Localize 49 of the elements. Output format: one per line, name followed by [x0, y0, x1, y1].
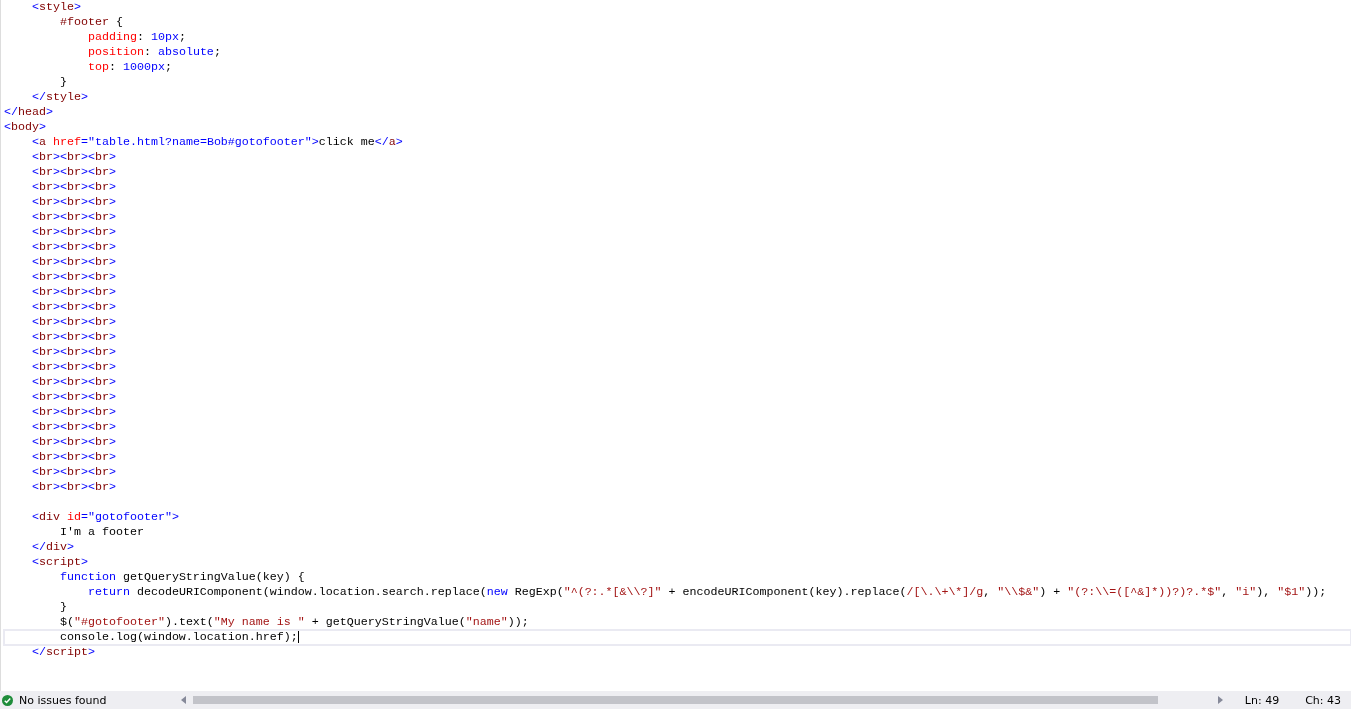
code-line: <a href="table.html?name=Bob#gotofooter">click me</a>: [30, 135, 404, 150]
code-line: position: absolute;: [86, 45, 222, 60]
code-line: return decodeURIComponent(window.location.search.replace(new RegExp("^(?:.*[&\\?]" + encodeURIComponent(key).replace(/[\.\+\*]/g, "\\$&") + "(?:\\=([^&]*))?)?.*$", "i"), "$1"));: [86, 585, 1328, 600]
code-line: <br><br><br>: [30, 240, 117, 255]
code-line: I'm a footer: [58, 525, 145, 540]
code-line: <br><br><br>: [30, 450, 117, 465]
scroll-right-icon[interactable]: [1216, 696, 1223, 704]
code-line: <br><br><br>: [30, 480, 117, 495]
code-line: <br><br><br>: [30, 300, 117, 315]
code-line: function getQueryStringValue(key) {: [58, 570, 306, 585]
code-line: <br><br><br>: [30, 255, 117, 270]
code-line: <style>: [30, 0, 82, 15]
line-number-status: Ln: 49: [1244, 693, 1280, 707]
code-line: <br><br><br>: [30, 345, 117, 360]
code-line: </head>: [4, 105, 54, 120]
code-line: console.log(window.location.href);: [4, 630, 1351, 645]
code-line: $("#gotofooter").text("My name is " + getQueryStringValue("name"));: [58, 615, 530, 630]
code-line: <br><br><br>: [30, 360, 117, 375]
code-line: <br><br><br>: [30, 150, 117, 165]
code-line: <div id="gotofooter">: [30, 510, 180, 525]
code-line: <br><br><br>: [30, 165, 117, 180]
code-line: <br><br><br>: [30, 210, 117, 225]
code-line: }: [58, 600, 68, 615]
code-line: <br><br><br>: [30, 435, 117, 450]
code-line: <script>: [30, 555, 89, 570]
code-line: <br><br><br>: [30, 420, 117, 435]
code-line: padding: 10px;: [86, 30, 187, 45]
check-icon: [2, 694, 13, 706]
code-line: <br><br><br>: [30, 225, 117, 240]
code-line: #footer {: [58, 15, 124, 30]
code-line: <br><br><br>: [30, 465, 117, 480]
code-line: </style>: [30, 90, 89, 105]
code-line: <br><br><br>: [30, 330, 117, 345]
code-line: <body>: [4, 120, 47, 135]
code-line: <br><br><br>: [30, 195, 117, 210]
code-line: <br><br><br>: [30, 285, 117, 300]
code-line: <br><br><br>: [30, 180, 117, 195]
issues-status[interactable]: No issues found: [19, 693, 169, 707]
scroll-left-icon[interactable]: [181, 696, 187, 704]
column-number-status: Ch: 43: [1305, 693, 1341, 707]
code-line: </script>: [30, 645, 96, 660]
code-line: <br><br><br>: [30, 270, 117, 285]
code-line: top: 1000px;: [86, 60, 173, 75]
code-line: </div>: [30, 540, 75, 555]
code-line: <br><br><br>: [30, 315, 117, 330]
code-line: }: [58, 75, 68, 90]
code-line: <br><br><br>: [30, 405, 117, 420]
code-line: <br><br><br>: [30, 375, 117, 390]
code-line: <br><br><br>: [30, 390, 117, 405]
